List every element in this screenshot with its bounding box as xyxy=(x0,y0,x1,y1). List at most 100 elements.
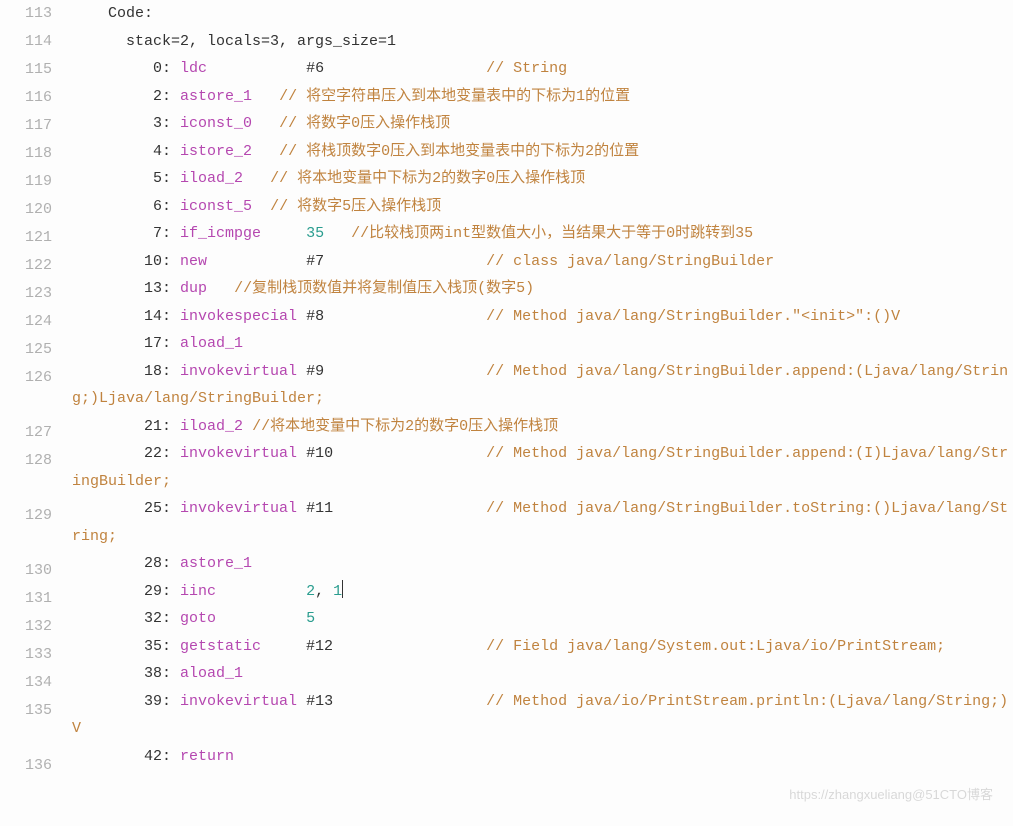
instruction-token: iconst_0 xyxy=(180,115,252,132)
comment-token: // 将本地变量中下标为2的数字0压入操作栈顶 xyxy=(270,170,585,187)
code-line: 38: aload_1 xyxy=(72,660,1012,688)
text-token: 0: xyxy=(72,60,180,77)
comment-token: // Field java/lang/System.out:Ljava/io/P… xyxy=(486,638,945,655)
text-token xyxy=(243,418,252,435)
code-line: 14: invokespecial #8 // Method java/lang… xyxy=(72,303,1012,331)
watermark: https://zhangxueliang@51CTO博客 xyxy=(789,781,993,809)
text-token: 17: xyxy=(72,335,180,352)
text-cursor xyxy=(342,580,343,598)
number-token: 35 xyxy=(306,225,324,242)
instruction-token: astore_1 xyxy=(180,555,252,572)
text-token: #6 xyxy=(207,60,486,77)
instruction-token: dup xyxy=(180,280,207,297)
text-token: 4: xyxy=(72,143,180,160)
text-token: 13: xyxy=(72,280,180,297)
line-number: 115 xyxy=(0,56,52,84)
instruction-token: new xyxy=(180,253,207,270)
code-line: 42: return xyxy=(72,743,1012,771)
text-token: 21: xyxy=(72,418,180,435)
text-token xyxy=(252,115,279,132)
text-token: Code: xyxy=(72,5,153,22)
instruction-token: if_icmpge xyxy=(180,225,261,242)
code-line: 22: invokevirtual #10 // Method java/lan… xyxy=(72,440,1012,495)
line-number: 128 xyxy=(0,447,52,502)
line-number: 133 xyxy=(0,641,52,669)
text-token xyxy=(252,88,279,105)
line-number: 113 xyxy=(0,0,52,28)
code-line: 25: invokevirtual #11 // Method java/lan… xyxy=(72,495,1012,550)
instruction-token: aload_1 xyxy=(180,665,243,682)
line-number: 120 xyxy=(0,196,52,224)
text-token: #13 xyxy=(297,693,486,710)
text-token: 5: xyxy=(72,170,180,187)
line-number: 135 xyxy=(0,697,52,752)
text-token: 14: xyxy=(72,308,180,325)
text-token xyxy=(252,198,270,215)
comment-token: // 将栈顶数字0压入到本地变量表中的下标为2的位置 xyxy=(279,143,639,160)
instruction-token: invokespecial xyxy=(180,308,297,325)
line-number: 127 xyxy=(0,419,52,447)
code-line: 13: dup //复制栈顶数值并将复制值压入栈顶(数字5) xyxy=(72,275,1012,303)
comment-token: //复制栈顶数值并将复制值压入栈顶(数字5) xyxy=(234,280,534,297)
code-area[interactable]: Code: stack=2, locals=3, args_size=1 0: … xyxy=(72,0,1012,770)
text-token: 29: xyxy=(72,583,180,600)
line-number: 132 xyxy=(0,613,52,641)
text-token: 2: xyxy=(72,88,180,105)
text-token: #12 xyxy=(261,638,486,655)
text-token xyxy=(207,280,234,297)
line-number: 121 xyxy=(0,224,52,252)
instruction-token: invokevirtual xyxy=(180,363,297,380)
line-number: 130 xyxy=(0,557,52,585)
comment-token: // class java/lang/StringBuilder xyxy=(486,253,774,270)
text-token: 6: xyxy=(72,198,180,215)
instruction-token: iload_2 xyxy=(180,170,243,187)
code-line: 21: iload_2 //将本地变量中下标为2的数字0压入操作栈顶 xyxy=(72,413,1012,441)
text-token: #11 xyxy=(297,500,486,517)
code-line: 18: invokevirtual #9 // Method java/lang… xyxy=(72,358,1012,413)
code-line: 35: getstatic #12 // Field java/lang/Sys… xyxy=(72,633,1012,661)
code-line: stack=2, locals=3, args_size=1 xyxy=(72,28,1012,56)
instruction-token: getstatic xyxy=(180,638,261,655)
code-line: 29: iinc 2, 1 xyxy=(72,578,1012,606)
line-number: 126 xyxy=(0,364,52,419)
text-token xyxy=(261,225,306,242)
code-line: 3: iconst_0 // 将数字0压入操作栈顶 xyxy=(72,110,1012,138)
code-line: 39: invokevirtual #13 // Method java/io/… xyxy=(72,688,1012,743)
line-number: 134 xyxy=(0,669,52,697)
text-token: #10 xyxy=(297,445,486,462)
line-number: 118 xyxy=(0,140,52,168)
code-line: 5: iload_2 // 将本地变量中下标为2的数字0压入操作栈顶 xyxy=(72,165,1012,193)
text-token: , xyxy=(315,583,333,600)
instruction-token: aload_1 xyxy=(180,335,243,352)
line-number: 114 xyxy=(0,28,52,56)
line-number: 116 xyxy=(0,84,52,112)
text-token: 38: xyxy=(72,665,180,682)
text-token: 35: xyxy=(72,638,180,655)
instruction-token: invokevirtual xyxy=(180,693,297,710)
code-line: 0: ldc #6 // String xyxy=(72,55,1012,83)
line-number: 119 xyxy=(0,168,52,196)
instruction-token: astore_1 xyxy=(180,88,252,105)
text-token: 7: xyxy=(72,225,180,242)
instruction-token: invokevirtual xyxy=(180,500,297,517)
comment-token: // 将数字5压入操作栈顶 xyxy=(270,198,441,215)
code-line: 10: new #7 // class java/lang/StringBuil… xyxy=(72,248,1012,276)
comment-token: //比较栈顶两int型数值大小，当结果大于等于0时跳转到35 xyxy=(351,225,753,242)
instruction-token: iinc xyxy=(180,583,216,600)
text-token: 32: xyxy=(72,610,180,627)
text-token: 22: xyxy=(72,445,180,462)
code-line: 28: astore_1 xyxy=(72,550,1012,578)
comment-token: // Method java/lang/StringBuilder."<init… xyxy=(486,308,900,325)
line-number: 136 xyxy=(0,752,52,780)
text-token xyxy=(243,170,270,187)
text-token xyxy=(252,143,279,160)
text-token: 10: xyxy=(72,253,180,270)
line-number: 124 xyxy=(0,308,52,336)
number-token: 1 xyxy=(333,583,342,600)
instruction-token: ldc xyxy=(180,60,207,77)
number-token: 5 xyxy=(306,610,315,627)
instruction-token: goto xyxy=(180,610,216,627)
text-token: #7 xyxy=(207,253,486,270)
line-number: 125 xyxy=(0,336,52,364)
line-number: 129 xyxy=(0,502,52,557)
